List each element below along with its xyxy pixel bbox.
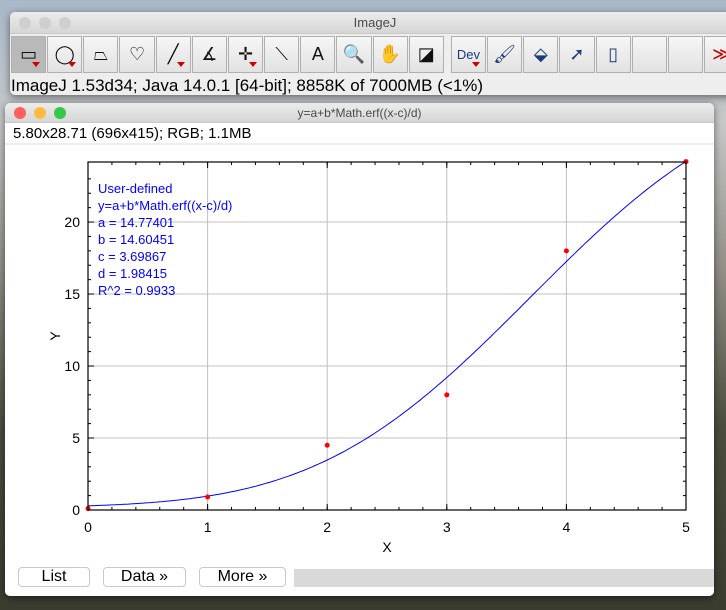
arrow-tool[interactable]: ➚ — [559, 36, 595, 73]
close-button[interactable] — [19, 17, 31, 29]
y-tick-label: 0 — [72, 502, 80, 518]
x-tick-label: 0 — [84, 519, 92, 535]
legend-line: R^2 = 0.9933 — [98, 283, 175, 298]
hand-tool-icon: ✋ — [378, 44, 402, 64]
dev-menu[interactable]: Dev — [450, 36, 487, 73]
x-tick-label: 4 — [563, 519, 571, 535]
data-point — [563, 248, 569, 254]
x-tick-label: 5 — [682, 519, 690, 535]
menu-triangle-icon — [176, 62, 185, 67]
fit-curve — [87, 161, 687, 507]
fill-tool-icon: ⬙ — [533, 44, 548, 64]
dev-menu-icon: Dev — [456, 47, 481, 62]
legend-line: y=a+b*Math.erf((x-c)/d) — [98, 198, 232, 213]
arrow-tool-icon: ➚ — [569, 44, 585, 64]
minimize-button[interactable] — [34, 107, 46, 119]
minimize-button[interactable] — [39, 17, 51, 29]
polygon-tool[interactable]: ⏢ — [83, 36, 119, 73]
fill-tool[interactable]: ⬙ — [523, 36, 559, 73]
data-point — [444, 392, 450, 398]
freehand-tool[interactable]: ♡ — [119, 36, 155, 73]
progress-area — [294, 569, 714, 587]
wand-tool-icon: ⟍ — [275, 44, 288, 64]
angle-tool[interactable]: ∡ — [191, 36, 227, 73]
x-tick-label: 1 — [204, 519, 212, 535]
rectangle-tool[interactable]: ▭ — [11, 36, 47, 73]
close-button[interactable] — [14, 107, 26, 119]
list-button[interactable]: List — [18, 567, 90, 587]
data-button[interactable]: Data » — [103, 567, 186, 587]
hand-tool[interactable]: ✋ — [372, 36, 408, 73]
y-tick-label: 10 — [64, 358, 80, 374]
text-tool-icon: A — [311, 44, 324, 64]
legend-line: User-defined — [98, 181, 172, 196]
wand-tool[interactable]: ⟍ — [264, 36, 300, 73]
magnifier-tool[interactable]: 🔍 — [336, 36, 372, 73]
title-bar: ImageJ — [10, 12, 726, 34]
menu-triangle-icon — [32, 62, 41, 67]
legend-line: b = 14.60451 — [98, 232, 174, 247]
menu-triangle-icon — [249, 62, 258, 67]
y-tick-label: 20 — [64, 214, 80, 230]
image-info: 5.80x28.71 (696x415); RGB; 1.1MB — [5, 123, 714, 143]
color-picker-tool-icon: ◪ — [417, 44, 435, 64]
angle-tool-icon: ∡ — [201, 44, 218, 64]
window-title: y=a+b*Math.erf((x-c)/d) — [297, 106, 422, 120]
menu-triangle-icon — [472, 62, 481, 67]
title-bar: y=a+b*Math.erf((x-c)/d) — [5, 103, 714, 123]
more-tools[interactable]: ≫ — [703, 36, 726, 73]
spray-tool[interactable]: ▯ — [595, 36, 631, 73]
point-tool[interactable]: ✛ — [227, 36, 264, 73]
brush-tool-icon: 🖌 — [493, 44, 517, 64]
imagej-main-window: ImageJ ▭ ◯ ⏢ ♡ ╱ ∡ ✛ ⟍ A 🔍 ✋ ◪ Dev 🖌 ⬙ ➚ ▯ ≫ ImageJ 1.53d… — [10, 12, 726, 95]
polygon-tool-icon: ⏢ — [93, 44, 109, 64]
plot-window: y=a+b*Math.erf((x-c)/d) 5.80x28.71 (696x… — [5, 103, 714, 596]
plot-canvas: 0 1 2 3 4 5 0 5 10 15 20 User-defined y=a+b*Math.erf… — [47, 159, 690, 555]
brush-tool[interactable]: 🖌 — [487, 36, 523, 73]
freehand-tool-icon: ♡ — [128, 44, 146, 64]
more-tools-icon: ≫ — [712, 44, 726, 64]
status-bar: ImageJ 1.53d34; Java 14.0.1 [64-bit]; 88… — [11, 76, 484, 95]
zoom-button[interactable] — [54, 107, 66, 119]
toolbar: ▭ ◯ ⏢ ♡ ╱ ∡ ✛ ⟍ A 🔍 ✋ ◪ Dev 🖌 ⬙ ➚ ▯ ≫ — [10, 34, 726, 74]
x-axis-label: X — [382, 539, 392, 555]
empty-slot[interactable] — [667, 36, 703, 73]
more-button[interactable]: More » — [199, 567, 286, 587]
oval-tool[interactable]: ◯ — [47, 36, 83, 73]
legend-line: d = 1.98415 — [98, 266, 167, 281]
x-tick-label: 3 — [443, 519, 451, 535]
x-tick-label: 2 — [323, 519, 331, 535]
window-title: ImageJ — [353, 15, 397, 30]
magnifier-tool-icon: 🔍 — [342, 44, 366, 64]
empty-slot[interactable] — [631, 36, 667, 73]
y-tick-label: 5 — [72, 430, 80, 446]
color-picker-tool[interactable]: ◪ — [408, 36, 444, 73]
data-point — [205, 494, 211, 500]
data-point — [324, 442, 330, 448]
plot-frame — [87, 161, 687, 511]
spray-tool-icon: ▯ — [608, 44, 619, 64]
y-tick-label: 15 — [64, 286, 80, 302]
menu-triangle-icon — [68, 62, 77, 67]
text-tool[interactable]: A — [300, 36, 336, 73]
zoom-button[interactable] — [59, 17, 71, 29]
legend-line: a = 14.77401 — [98, 215, 174, 230]
line-tool[interactable]: ╱ — [155, 36, 191, 73]
legend-line: c = 3.69867 — [98, 249, 166, 264]
y-axis-label: Y — [47, 331, 63, 341]
